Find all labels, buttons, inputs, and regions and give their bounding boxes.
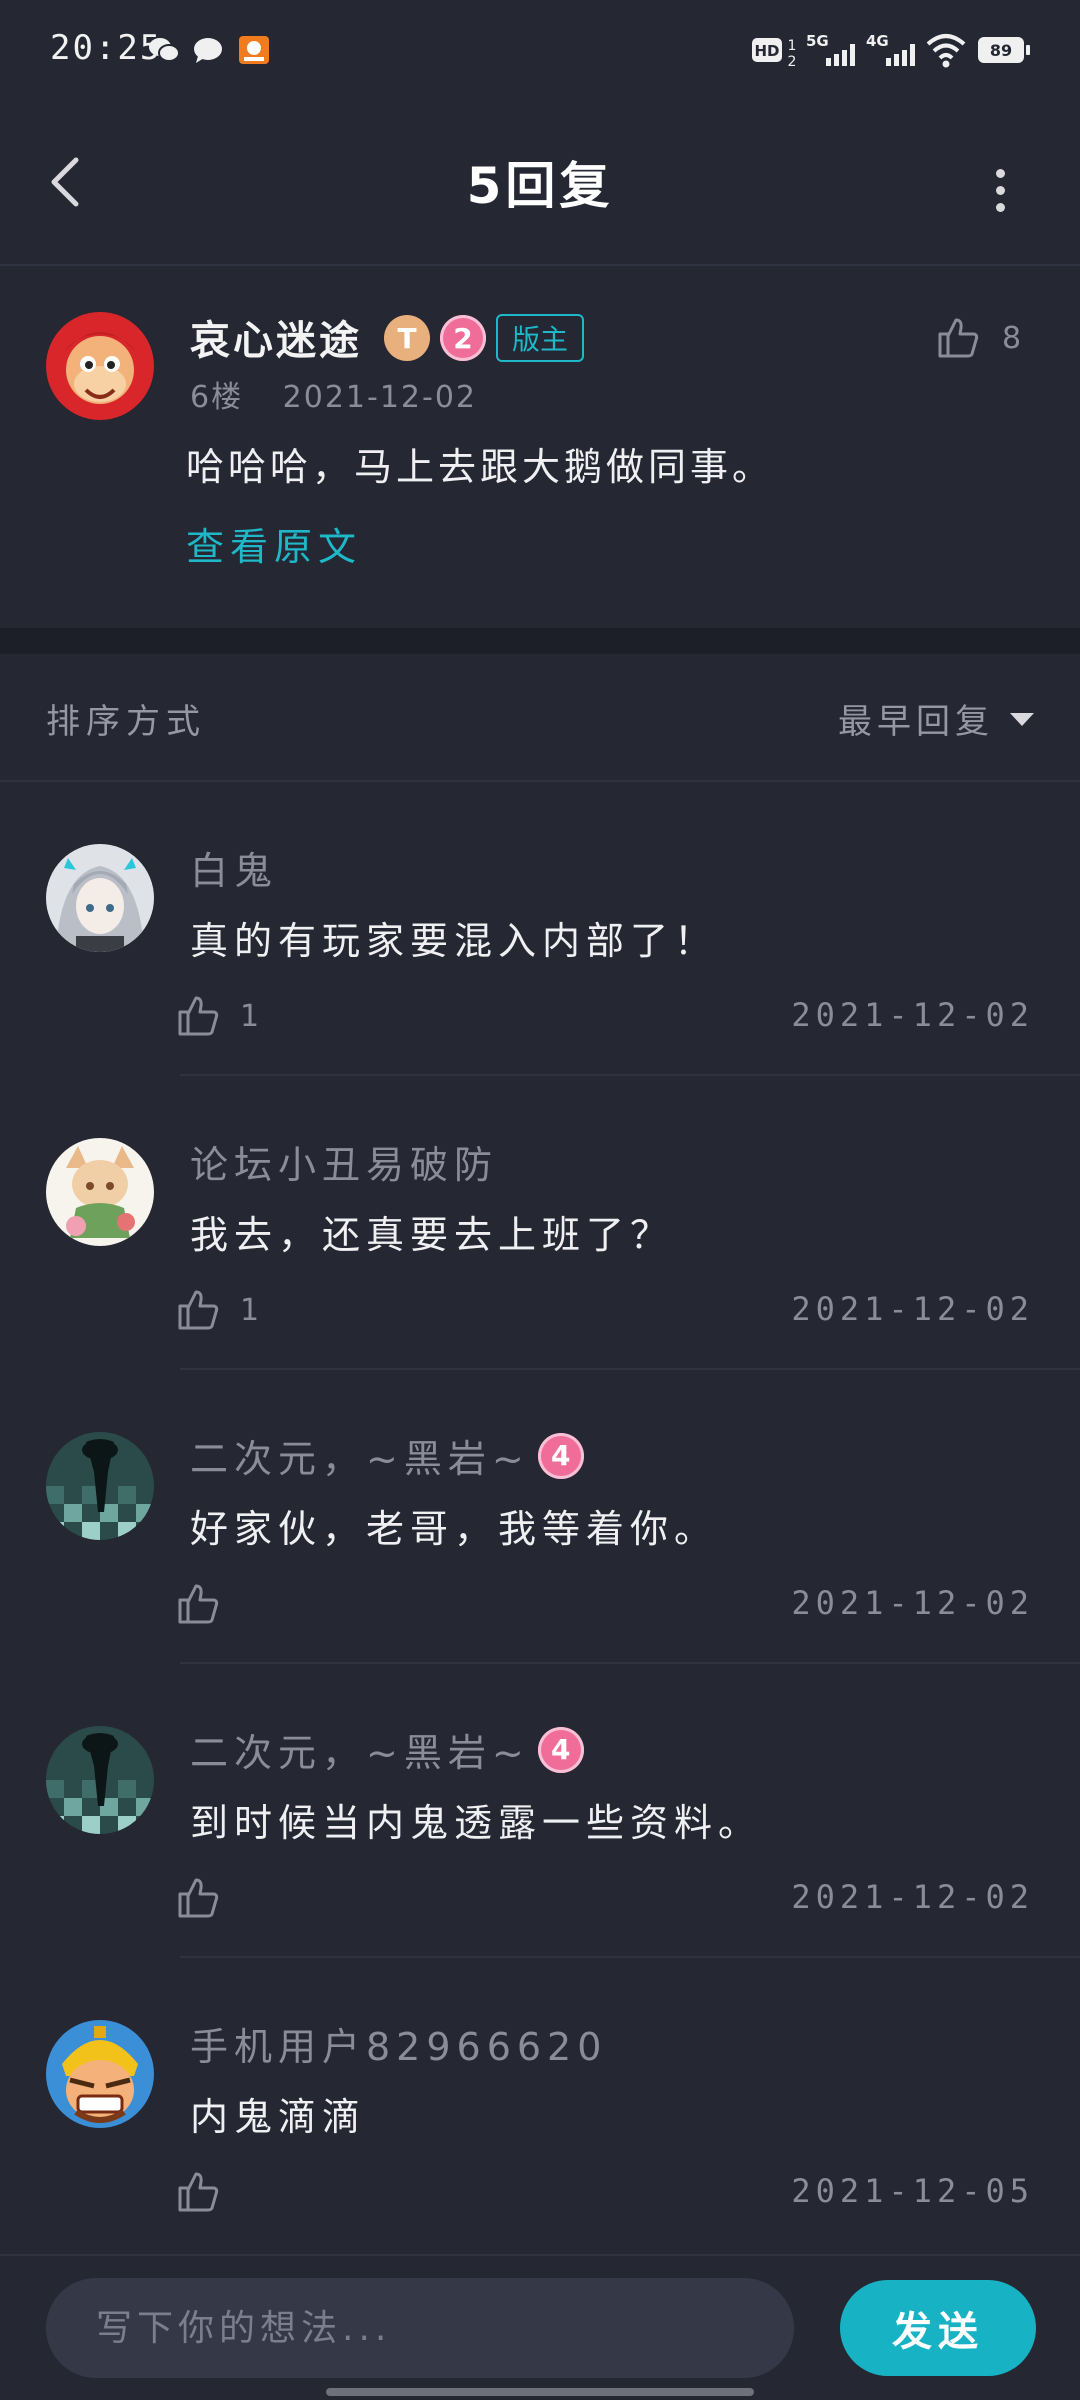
reply-date: 2021-12-05 bbox=[791, 2172, 1034, 2210]
original-post: 哀心迷途 T 2 版主 6楼 2021-12-02 8 哈哈哈，马上去跟大鹅做同… bbox=[0, 266, 1080, 628]
moderator-badge: 版主 bbox=[496, 314, 585, 362]
reply-date: 2021-12-02 bbox=[791, 1584, 1034, 1622]
sort-dropdown[interactable]: 最早回复 bbox=[838, 694, 1034, 743]
reply-author-name[interactable]: 二次元，~黑岩~ bbox=[190, 1722, 530, 1777]
reply-content: 真的有玩家要混入内部了！ bbox=[190, 919, 719, 963]
reply-item: 白鬼 真的有玩家要混入内部了！ 1 2021-12-02 bbox=[0, 782, 1080, 1076]
battery-level: 89 bbox=[989, 40, 1013, 60]
thumbs-up-icon bbox=[178, 996, 219, 1036]
post-author-name[interactable]: 哀心迷途 bbox=[190, 308, 362, 366]
post-meta: 6楼 2021-12-02 bbox=[190, 372, 477, 416]
reply-date: 2021-12-02 bbox=[791, 996, 1034, 1034]
reply-item: 二次元，~黑岩~ 4 好家伙，老哥，我等着你。 2021-12-02 bbox=[0, 1370, 1080, 1664]
page-title: 5回复 bbox=[466, 157, 614, 215]
status-time: 20:25 bbox=[50, 28, 163, 68]
sort-bar: 排序方式 最早回复 bbox=[0, 654, 1080, 782]
sort-value: 最早回复 bbox=[838, 702, 994, 742]
post-like-button[interactable]: 8 bbox=[936, 316, 1021, 360]
avatar-image bbox=[46, 1138, 154, 1246]
avatar-image bbox=[46, 2020, 154, 2128]
avatar[interactable] bbox=[46, 2020, 154, 2128]
send-button[interactable]: 发送 bbox=[840, 2280, 1036, 2376]
svg-text:4G: 4G bbox=[866, 32, 889, 50]
reply-item: 手机用户82966620 内鬼滴滴 2021-12-05 bbox=[0, 1958, 1080, 2252]
reply-author-row: 二次元，~黑岩~ 4 bbox=[190, 1722, 584, 1777]
wechat-icon bbox=[149, 38, 180, 62]
sort-label: 排序方式 bbox=[46, 702, 206, 742]
signal-5g-icon: 5G bbox=[806, 32, 855, 66]
signal-4g-icon: 4G bbox=[866, 32, 915, 66]
view-original-link[interactable]: 查看原文 bbox=[186, 516, 362, 571]
avatar-image bbox=[46, 1726, 154, 1834]
reply-author-name[interactable]: 二次元，~黑岩~ bbox=[190, 1428, 530, 1483]
title-badge: T bbox=[384, 315, 430, 361]
comment-composer: 发送 bbox=[0, 2254, 1080, 2400]
post-date: 2021-12-02 bbox=[282, 380, 477, 415]
message-icon bbox=[194, 38, 222, 63]
hd-icon: HD 1 2 bbox=[752, 38, 797, 70]
screen: 20:25 HD 1 2 5G 4G 89 5回复 哀心迷途 T 2 版主 6楼… bbox=[0, 0, 1080, 2400]
level-badge: 4 bbox=[537, 1432, 584, 1479]
status-bar: 20:25 HD 1 2 5G 4G 89 bbox=[0, 0, 1080, 100]
battery-icon: 89 bbox=[978, 30, 1034, 70]
thumbs-up-icon bbox=[178, 2172, 219, 2212]
reply-date: 2021-12-02 bbox=[791, 1290, 1034, 1328]
comment-input[interactable] bbox=[46, 2278, 794, 2378]
reply-like-button[interactable]: 1 bbox=[176, 1288, 259, 1332]
section-divider bbox=[0, 628, 1080, 654]
reply-author-name[interactable]: 白鬼 bbox=[190, 840, 278, 895]
reply-item: 二次元，~黑岩~ 4 到时候当内鬼透露一些资料。 2021-12-02 bbox=[0, 1664, 1080, 1958]
avatar-image bbox=[46, 1432, 154, 1540]
reply-like-button[interactable] bbox=[176, 2170, 220, 2214]
post-like-count: 8 bbox=[1002, 320, 1022, 356]
wifi-icon bbox=[926, 34, 966, 68]
avatar[interactable] bbox=[46, 1432, 154, 1540]
reply-author-name[interactable]: 论坛小丑易破防 bbox=[190, 1134, 498, 1189]
level-badge: 2 bbox=[440, 315, 486, 361]
svg-text:1: 1 bbox=[788, 38, 797, 54]
post-content: 哈哈哈，马上去跟大鹅做同事。 bbox=[186, 445, 775, 489]
reply-item: 论坛小丑易破防 我去，还真要去上班了？ 1 2021-12-02 bbox=[0, 1076, 1080, 1370]
level-badge: 4 bbox=[537, 1726, 584, 1773]
reply-like-count: 1 bbox=[240, 1292, 260, 1328]
avatar[interactable] bbox=[46, 1138, 154, 1246]
reply-content: 内鬼滴滴 bbox=[190, 2095, 367, 2139]
avatar-image bbox=[46, 844, 154, 952]
reply-content: 好家伙，老哥，我等着你。 bbox=[190, 1507, 719, 1551]
home-indicator[interactable] bbox=[326, 2388, 754, 2396]
reply-like-count: 1 bbox=[240, 998, 260, 1034]
svg-text:5G: 5G bbox=[806, 32, 829, 50]
more-options-button[interactable] bbox=[980, 160, 1020, 220]
caret-down-icon bbox=[1010, 712, 1034, 726]
reply-author-row: 二次元，~黑岩~ 4 bbox=[190, 1428, 584, 1483]
more-vertical-icon bbox=[995, 168, 1005, 178]
reply-content: 我去，还真要去上班了？ bbox=[190, 1213, 675, 1257]
avatar[interactable] bbox=[46, 844, 154, 952]
reply-author-name[interactable]: 手机用户82966620 bbox=[190, 2016, 607, 2071]
floor-number: 6楼 bbox=[190, 380, 244, 415]
thumbs-up-icon bbox=[178, 1878, 219, 1918]
reply-like-button[interactable] bbox=[176, 1582, 220, 1626]
app-notification-icon bbox=[239, 36, 269, 64]
svg-text:2: 2 bbox=[788, 54, 797, 70]
thumbs-up-icon bbox=[178, 1584, 219, 1624]
avatar[interactable] bbox=[46, 1726, 154, 1834]
reply-content: 到时候当内鬼透露一些资料。 bbox=[190, 1801, 763, 1845]
reply-like-button[interactable] bbox=[176, 1876, 220, 1920]
reply-like-button[interactable]: 1 bbox=[176, 994, 259, 1038]
avatar-image bbox=[46, 312, 154, 420]
author-badges: T 2 版主 bbox=[384, 314, 585, 362]
avatar[interactable] bbox=[46, 312, 154, 420]
reply-date: 2021-12-02 bbox=[791, 1878, 1034, 1916]
thumbs-up-icon bbox=[938, 318, 979, 358]
thumbs-up-icon bbox=[178, 1290, 219, 1330]
top-app-bar: 5回复 bbox=[0, 100, 1080, 266]
svg-text:HD: HD bbox=[754, 42, 779, 60]
